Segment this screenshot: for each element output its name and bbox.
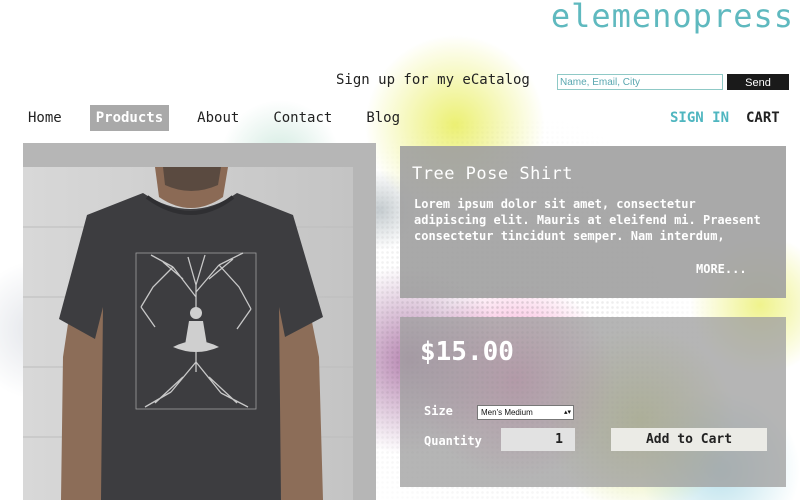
site-logo[interactable]: elemenopress [551, 0, 794, 35]
more-link[interactable]: MORE... [696, 262, 747, 276]
sign-in-link[interactable]: SIGN IN [670, 110, 729, 126]
chevron-updown-icon: ▴▾ [563, 409, 571, 416]
size-select[interactable]: Men's Medium ▴▾ [477, 405, 574, 420]
nav-item-contact[interactable]: Contact [267, 105, 338, 131]
tshirt-model-image [23, 167, 353, 500]
ecatalog-signup-input[interactable] [557, 74, 723, 90]
quantity-input[interactable]: 1 [501, 428, 575, 451]
ecatalog-signup-label: Sign up for my eCatalog [336, 72, 530, 88]
nav-item-blog[interactable]: Blog [360, 105, 406, 131]
product-price: $15.00 [420, 337, 514, 367]
cart-link[interactable]: CART [746, 110, 780, 126]
product-photo [23, 167, 353, 500]
main-nav: Home Products About Contact Blog [22, 104, 428, 132]
nav-item-about[interactable]: About [191, 105, 245, 131]
size-label: Size [424, 404, 453, 418]
quantity-label: Quantity [424, 434, 482, 448]
size-select-value: Men's Medium [481, 408, 533, 417]
send-button[interactable]: Send [727, 74, 789, 90]
nav-item-products[interactable]: Products [89, 105, 170, 131]
product-title: Tree Pose Shirt [412, 164, 574, 184]
add-to-cart-button[interactable]: Add to Cart [611, 428, 767, 451]
nav-item-home[interactable]: Home [22, 105, 68, 131]
product-description: Lorem ipsum dolor sit amet, consectetur … [414, 197, 761, 243]
